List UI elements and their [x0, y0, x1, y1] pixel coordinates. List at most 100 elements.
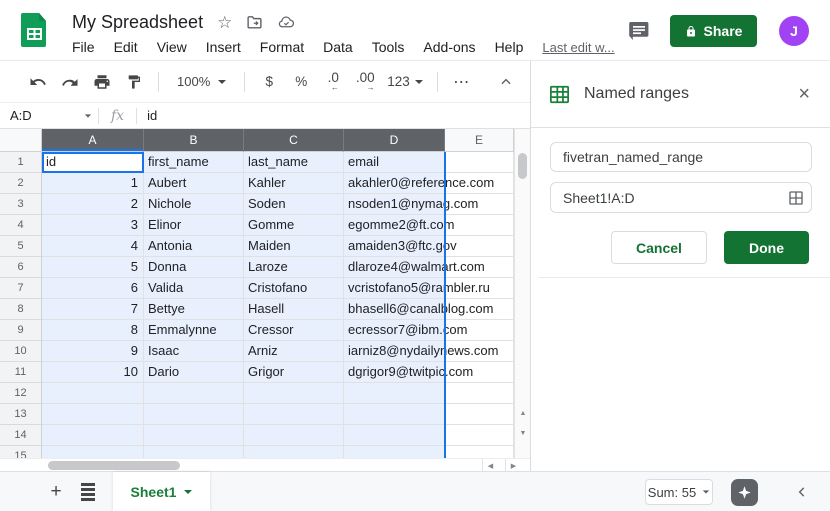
cell-C11[interactable]: Grigor [244, 362, 344, 383]
cell-B13[interactable] [144, 404, 244, 425]
range-reference-input[interactable] [551, 190, 781, 206]
cell-C7[interactable]: Cristofano [244, 278, 344, 299]
all-sheets-icon[interactable] [76, 480, 100, 504]
cell-D8[interactable]: bhasell6@canalblog.com [344, 299, 445, 320]
cell-C5[interactable]: Maiden [244, 236, 344, 257]
horizontal-scrollbar[interactable]: ◀ ▶ [0, 458, 530, 471]
cell-B9[interactable]: Emmalynne [144, 320, 244, 341]
undo-icon[interactable] [24, 68, 52, 96]
cell-D9[interactable]: ecressor7@ibm.com [344, 320, 445, 341]
move-folder-icon[interactable] [246, 14, 263, 31]
paint-format-icon[interactable] [120, 68, 148, 96]
cell-A5[interactable]: 4 [42, 236, 144, 257]
cell-A1[interactable]: id [42, 152, 144, 173]
redo-icon[interactable] [56, 68, 84, 96]
cell-B8[interactable]: Bettye [144, 299, 244, 320]
vertical-scrollbar-thumb[interactable] [518, 153, 527, 179]
row-header-14[interactable]: 14 [0, 425, 42, 446]
menu-help[interactable]: Help [495, 39, 524, 55]
row-header-4[interactable]: 4 [0, 215, 42, 236]
comments-icon[interactable] [627, 19, 651, 43]
cell-D15[interactable] [344, 446, 445, 458]
row-header-5[interactable]: 5 [0, 236, 42, 257]
cell-E13[interactable] [445, 404, 514, 425]
cell-B1[interactable]: first_name [144, 152, 244, 173]
column-header-e[interactable]: E [445, 129, 514, 152]
cell-D12[interactable] [344, 383, 445, 404]
name-box[interactable]: A:D [0, 103, 98, 128]
increase-decimal-button[interactable]: .00→ [351, 68, 379, 96]
row-header-11[interactable]: 11 [0, 362, 42, 383]
column-header-b[interactable]: B [144, 129, 244, 152]
zoom-select[interactable]: 100% [169, 68, 234, 96]
menu-add-ons[interactable]: Add-ons [423, 39, 475, 55]
cell-C10[interactable]: Arniz [244, 341, 344, 362]
row-header-10[interactable]: 10 [0, 341, 42, 362]
row-header-2[interactable]: 2 [0, 173, 42, 194]
last-edit-link[interactable]: Last edit w... [542, 40, 614, 55]
row-header-8[interactable]: 8 [0, 299, 42, 320]
decrease-decimal-button[interactable]: .0← [319, 68, 347, 96]
horizontal-scrollbar-thumb[interactable] [48, 461, 180, 470]
row-header-1[interactable]: 1 [0, 152, 42, 173]
cancel-button[interactable]: Cancel [611, 231, 707, 264]
row-header-9[interactable]: 9 [0, 320, 42, 341]
select-all-corner[interactable] [0, 129, 42, 152]
document-title[interactable]: My Spreadsheet [72, 12, 203, 33]
sheet-tab[interactable]: Sheet1 [113, 472, 210, 511]
menu-tools[interactable]: Tools [372, 39, 405, 55]
cell-E1[interactable] [445, 152, 514, 173]
column-header-d[interactable]: D [344, 129, 445, 152]
cell-C4[interactable]: Gomme [244, 215, 344, 236]
cell-A6[interactable]: 5 [42, 257, 144, 278]
cell-C9[interactable]: Cressor [244, 320, 344, 341]
scroll-down-icon[interactable]: ▼ [515, 425, 531, 441]
menu-data[interactable]: Data [323, 39, 353, 55]
format-currency-button[interactable]: $ [255, 68, 283, 96]
cell-A12[interactable] [42, 383, 144, 404]
cell-A7[interactable]: 6 [42, 278, 144, 299]
cell-A8[interactable]: 7 [42, 299, 144, 320]
cell-D3[interactable]: nsoden1@nymag.com [344, 194, 445, 215]
cell-A11[interactable]: 10 [42, 362, 144, 383]
collapse-toolbar-icon[interactable] [492, 68, 520, 96]
range-name-input[interactable] [550, 142, 812, 172]
cell-B6[interactable]: Donna [144, 257, 244, 278]
cell-A9[interactable]: 8 [42, 320, 144, 341]
menu-edit[interactable]: Edit [114, 39, 138, 55]
cell-C12[interactable] [244, 383, 344, 404]
cell-B3[interactable]: Nichole [144, 194, 244, 215]
menu-format[interactable]: Format [260, 39, 304, 55]
cell-D5[interactable]: amaiden3@ftc.gov [344, 236, 445, 257]
menu-insert[interactable]: Insert [206, 39, 241, 55]
cell-D1[interactable]: email [344, 152, 445, 173]
more-formats-button[interactable]: 123 [383, 68, 427, 96]
cell-D13[interactable] [344, 404, 445, 425]
add-sheet-icon[interactable]: + [44, 480, 68, 504]
cell-D7[interactable]: vcristofano5@rambler.ru [344, 278, 445, 299]
avatar[interactable]: J [779, 16, 809, 46]
cell-D10[interactable]: iarniz8@nydailynews.com [344, 341, 445, 362]
select-data-range-icon[interactable] [781, 190, 811, 206]
vertical-scrollbar[interactable]: ▲ ▼ [514, 129, 530, 458]
cell-D6[interactable]: dlaroze4@walmart.com [344, 257, 445, 278]
cell-E12[interactable] [445, 383, 514, 404]
cell-A2[interactable]: 1 [42, 173, 144, 194]
cell-C8[interactable]: Hasell [244, 299, 344, 320]
cell-B10[interactable]: Isaac [144, 341, 244, 362]
cell-A10[interactable]: 9 [42, 341, 144, 362]
cell-A15[interactable] [42, 446, 144, 458]
more-toolbar-options-button[interactable]: ⋯ [448, 68, 476, 96]
cell-B5[interactable]: Antonia [144, 236, 244, 257]
cell-A4[interactable]: 3 [42, 215, 144, 236]
cell-B14[interactable] [144, 425, 244, 446]
sum-dropdown[interactable]: Sum: 55 [645, 479, 713, 505]
cell-D11[interactable]: dgrigor9@twitpic.com [344, 362, 445, 383]
collapse-panel-icon[interactable] [791, 481, 813, 503]
scroll-up-icon[interactable]: ▲ [515, 405, 531, 421]
cell-C13[interactable] [244, 404, 344, 425]
cell-B2[interactable]: Aubert [144, 173, 244, 194]
cell-E4[interactable] [445, 215, 514, 236]
cell-C14[interactable] [244, 425, 344, 446]
cell-C6[interactable]: Laroze [244, 257, 344, 278]
